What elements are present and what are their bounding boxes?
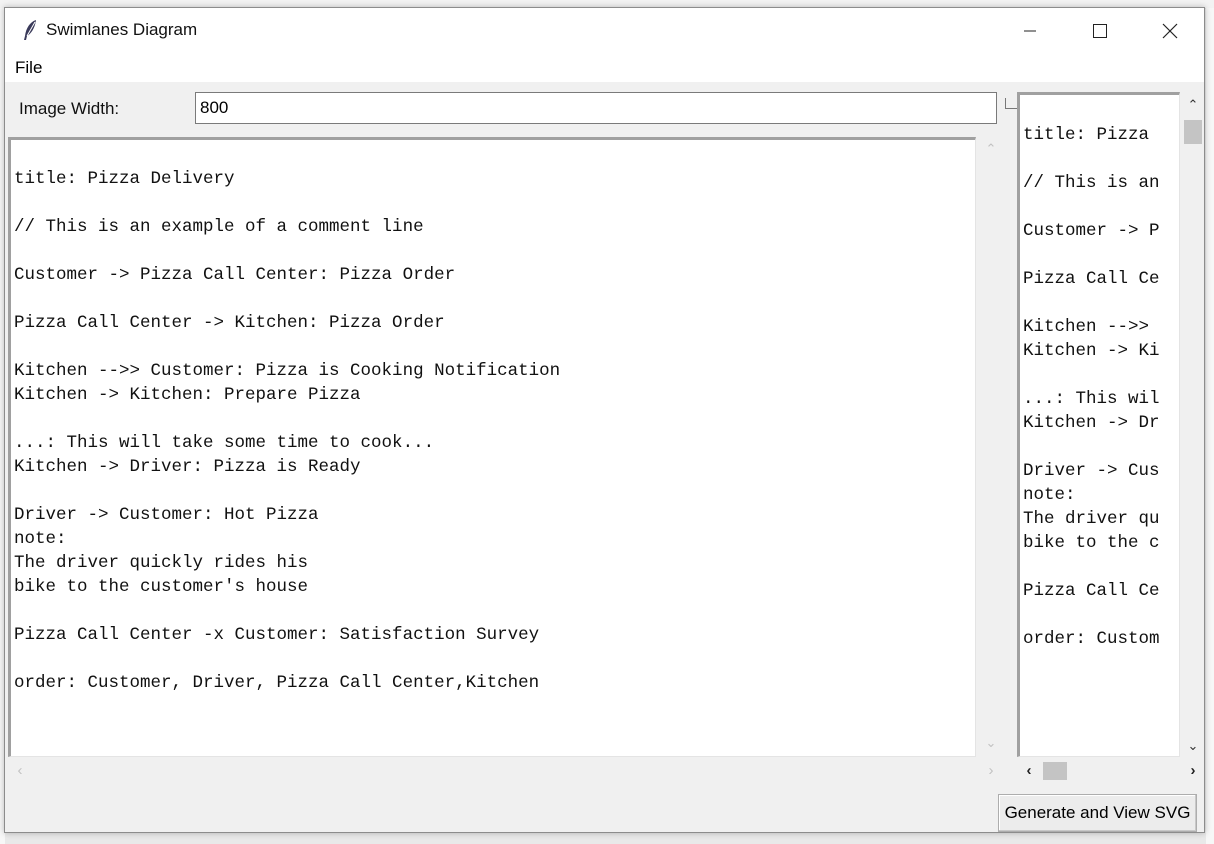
scroll-down-icon[interactable]: ⌄: [980, 735, 1002, 751]
scroll-left-icon[interactable]: ‹: [10, 760, 30, 782]
preview-text: title: Pizza // This is an Customer -> P…: [1023, 125, 1160, 649]
scroll-down-icon[interactable]: ⌄: [1182, 738, 1204, 754]
window-title: Swimlanes Diagram: [46, 20, 198, 39]
close-button[interactable]: [1135, 8, 1205, 54]
menu-bar: File: [5, 54, 1204, 82]
image-width-input[interactable]: [195, 92, 997, 124]
scrollbar-thumb[interactable]: [1184, 120, 1202, 144]
minimize-button[interactable]: [995, 8, 1065, 54]
scroll-left-icon[interactable]: ‹: [1019, 760, 1039, 782]
close-icon: [1162, 23, 1178, 39]
app-window: Swimlanes Diagram File Image Width: titl…: [4, 7, 1205, 833]
scrollbar-thumb[interactable]: [1043, 762, 1067, 780]
main-content: Image Width: title: Pizza Delivery // Th…: [5, 82, 1204, 832]
editor-vertical-scrollbar[interactable]: ⌃ ⌄: [980, 137, 1002, 757]
preview-vertical-scrollbar[interactable]: ⌃ ⌄: [1182, 94, 1204, 757]
image-width-label: Image Width:: [19, 99, 120, 118]
title-bar[interactable]: Swimlanes Diagram: [5, 8, 1204, 54]
background-window-edge-right: [1206, 8, 1214, 844]
preview-pane[interactable]: title: Pizza // This is an Customer -> P…: [1017, 92, 1180, 757]
minimize-icon: [1024, 30, 1036, 32]
scroll-up-icon[interactable]: ⌃: [1182, 97, 1204, 113]
editor-horizontal-scrollbar[interactable]: ‹ ›: [8, 760, 1002, 782]
maximize-button[interactable]: [1065, 8, 1135, 54]
maximize-icon: [1093, 24, 1107, 38]
editor-text[interactable]: title: Pizza Delivery // This is an exam…: [11, 140, 975, 695]
scroll-right-icon[interactable]: ›: [981, 760, 1001, 782]
scroll-right-icon[interactable]: ›: [1183, 760, 1203, 782]
feather-icon: [21, 19, 39, 41]
generate-svg-button[interactable]: Generate and View SVG: [998, 794, 1197, 832]
preview-horizontal-scrollbar[interactable]: ‹ ›: [1017, 760, 1204, 782]
menu-file[interactable]: File: [15, 58, 42, 78]
scroll-up-icon[interactable]: ⌃: [980, 141, 1002, 157]
diagram-text-editor[interactable]: title: Pizza Delivery // This is an exam…: [8, 137, 976, 757]
